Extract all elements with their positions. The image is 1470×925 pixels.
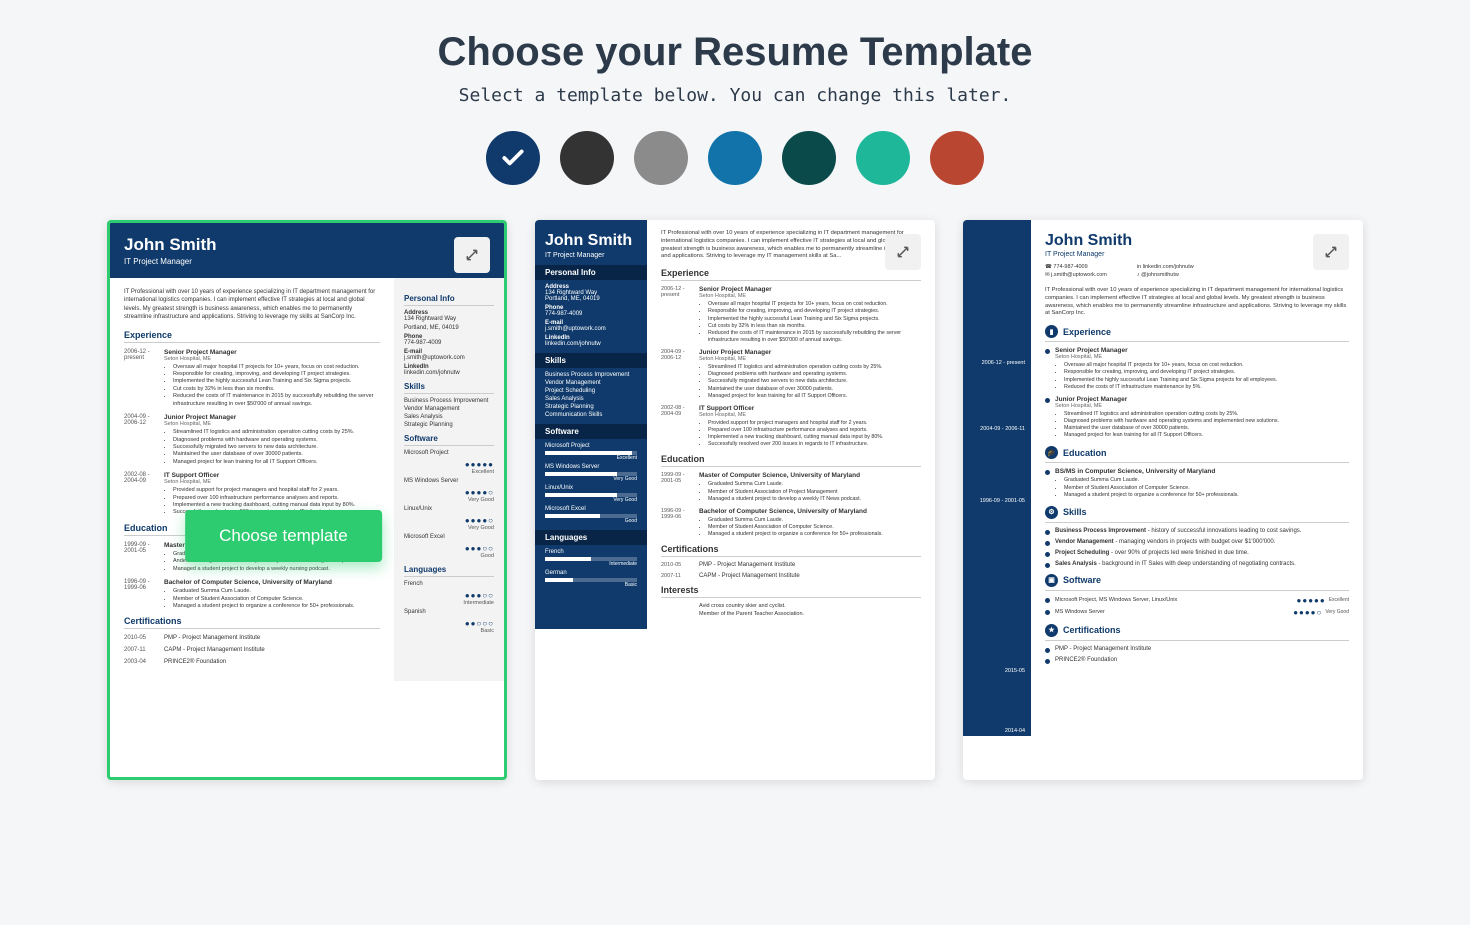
check-icon bbox=[500, 145, 526, 171]
job-entry: 2004-09 - 2006-12Junior Project ManagerS… bbox=[661, 349, 921, 400]
color-swatch[interactable] bbox=[930, 131, 984, 185]
template-card-3[interactable]: 2006-12 - present2004-09 - 2006-111996-0… bbox=[963, 220, 1363, 780]
page-title: Choose your Resume Template bbox=[20, 30, 1450, 75]
color-swatch[interactable] bbox=[782, 131, 836, 185]
graduation-icon: 🎓 bbox=[1045, 446, 1058, 459]
color-swatch[interactable] bbox=[708, 131, 762, 185]
job-entry: Senior Project ManagerSeton Hospital, ME… bbox=[1045, 347, 1349, 391]
ribbon-icon: ★ bbox=[1045, 624, 1058, 637]
job-entry: 1996-09 - 1999-06Bachelor of Computer Sc… bbox=[661, 508, 921, 538]
cog-icon: ⚙ bbox=[1045, 506, 1058, 519]
job-entry: 2002-08 - 2004-09IT Support OfficerSeton… bbox=[661, 405, 921, 449]
monitor-icon: ▣ bbox=[1045, 574, 1058, 587]
resume-role: IT Project Manager bbox=[124, 257, 490, 266]
color-picker bbox=[20, 131, 1450, 185]
resume-summary: IT Professional with over 10 years of ex… bbox=[124, 288, 380, 322]
section-software: Software bbox=[404, 434, 494, 446]
job-entry: BS/MS in Computer Science, University of… bbox=[1045, 468, 1349, 498]
expand-button[interactable] bbox=[885, 234, 921, 270]
color-swatch[interactable] bbox=[634, 131, 688, 185]
expand-icon bbox=[896, 245, 910, 259]
resume-summary: IT Professional with over 10 years of ex… bbox=[661, 230, 921, 261]
section-experience: Experience bbox=[124, 330, 380, 343]
section-skills: ⚙Skills bbox=[1045, 506, 1349, 523]
section-experience: ▮Experience bbox=[1045, 325, 1349, 342]
section-certifications: Certifications bbox=[124, 616, 380, 629]
template-gallery: Choose template John Smith IT Project Ma… bbox=[20, 220, 1450, 780]
template-card-1[interactable]: Choose template John Smith IT Project Ma… bbox=[107, 220, 507, 780]
choose-template-button[interactable]: Choose template bbox=[185, 510, 382, 562]
resume-name: John Smith bbox=[545, 232, 637, 250]
section-certifications: Certifications bbox=[661, 544, 921, 557]
resume-name: John Smith bbox=[1045, 232, 1349, 250]
section-software: ▣Software bbox=[1045, 574, 1349, 591]
section-personal-info: Personal Info bbox=[404, 294, 494, 306]
page-subtitle: Select a template below. You can change … bbox=[20, 85, 1450, 106]
section-education: 🎓Education bbox=[1045, 446, 1349, 463]
expand-button[interactable] bbox=[1313, 234, 1349, 270]
resume-role: IT Project Manager bbox=[1045, 251, 1349, 258]
expand-button[interactable] bbox=[454, 237, 490, 273]
expand-icon bbox=[465, 248, 479, 262]
section-education: Education bbox=[661, 454, 921, 467]
section-languages: Languages bbox=[404, 565, 494, 577]
job-entry: 1996-09 - 1999-06Bachelor of Computer Sc… bbox=[124, 579, 380, 610]
job-entry: 1999-09 - 2001-05Master of Computer Scie… bbox=[661, 472, 921, 502]
color-swatch[interactable] bbox=[486, 131, 540, 185]
expand-icon bbox=[1324, 245, 1338, 259]
section-certifications: ★Certifications bbox=[1045, 624, 1349, 641]
resume-role: IT Project Manager bbox=[545, 252, 637, 259]
resume-summary: IT Professional with over 10 years of ex… bbox=[1045, 287, 1349, 318]
template-card-2[interactable]: John Smith IT Project Manager Personal I… bbox=[535, 220, 935, 780]
job-entry: 2006-12 - presentSenior Project ManagerS… bbox=[661, 286, 921, 344]
color-swatch[interactable] bbox=[560, 131, 614, 185]
job-entry: Junior Project ManagerSeton Hospital, ME… bbox=[1045, 396, 1349, 440]
section-skills: Skills bbox=[404, 382, 494, 394]
resume-name: John Smith bbox=[124, 235, 490, 255]
color-swatch[interactable] bbox=[856, 131, 910, 185]
section-interests: Interests bbox=[661, 585, 921, 598]
briefcase-icon: ▮ bbox=[1045, 325, 1058, 338]
job-entry: 2004-09 - 2006-12Junior Project ManagerS… bbox=[124, 414, 380, 466]
job-entry: 2006-12 - presentSenior Project ManagerS… bbox=[124, 349, 380, 409]
section-experience: Experience bbox=[661, 268, 921, 281]
